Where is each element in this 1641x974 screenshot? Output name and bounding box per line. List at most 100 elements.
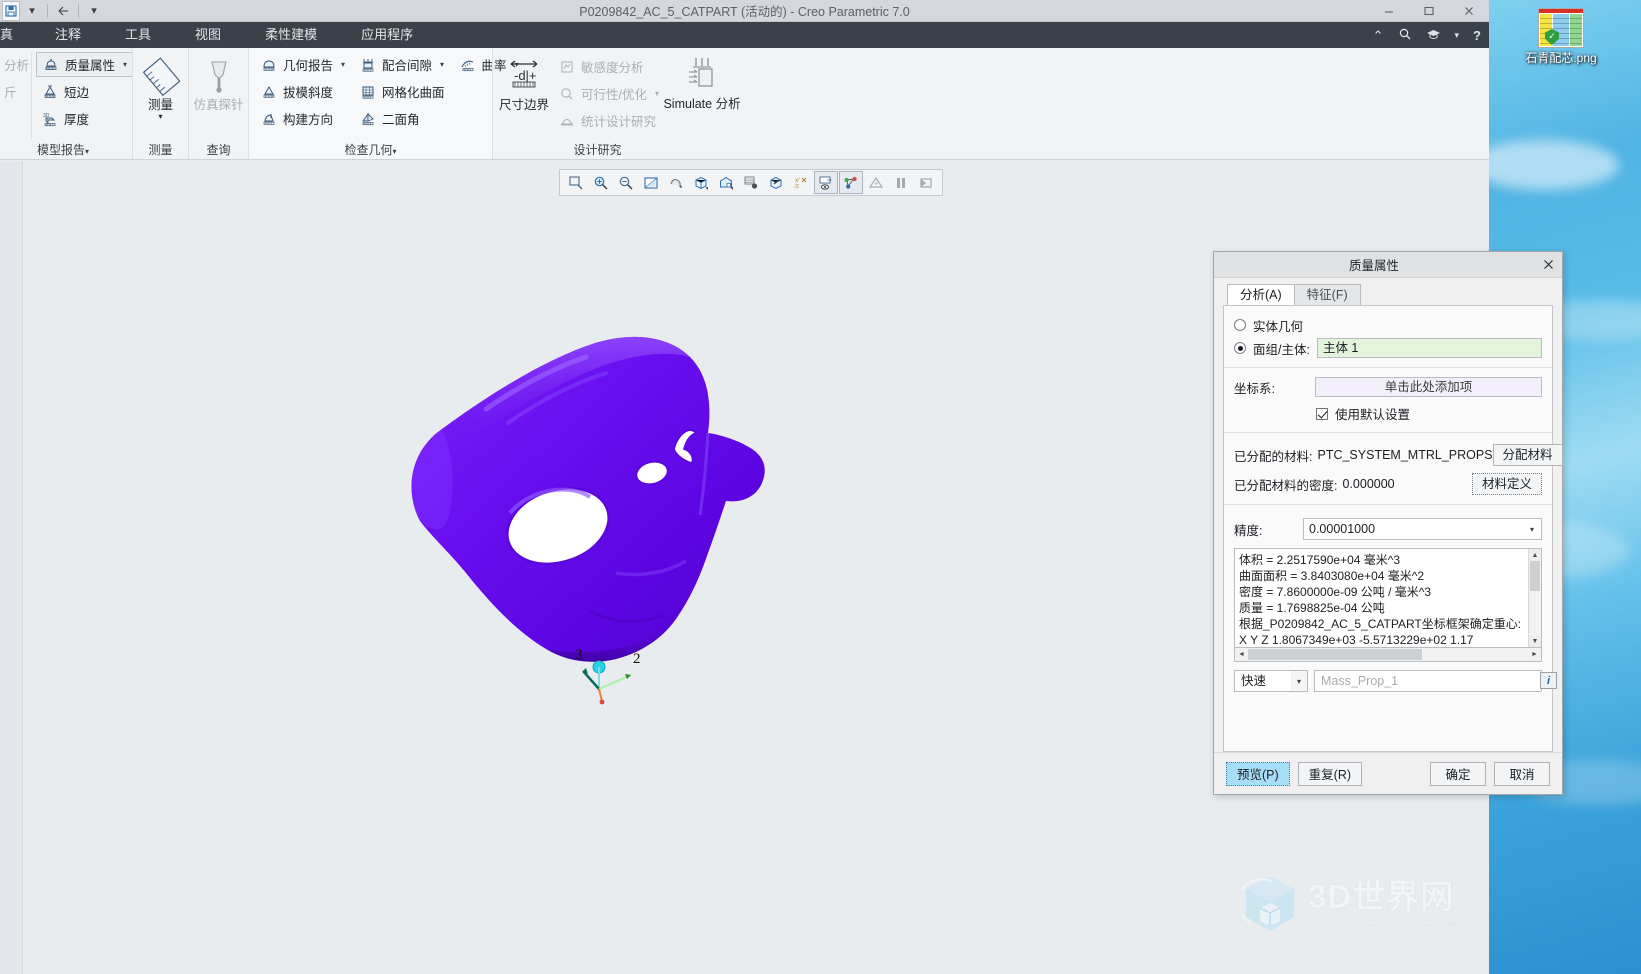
- chevron-down-icon[interactable]: ▾: [440, 60, 444, 69]
- maximize-button[interactable]: [1409, 0, 1449, 22]
- search-icon[interactable]: [1398, 27, 1412, 43]
- scroll-down-icon[interactable]: ▼: [1529, 635, 1541, 647]
- ribbon-item-feasibility-optimization[interactable]: 可行性/优化 ▾: [553, 81, 664, 106]
- chevron-down-icon[interactable]: ▾: [123, 60, 127, 69]
- scrollbar-thumb[interactable]: [1530, 561, 1540, 591]
- scroll-up-icon[interactable]: ▲: [1529, 549, 1541, 561]
- ribbon-group-label-inquiry: 查询: [206, 143, 231, 157]
- ribbon-item-build-direction[interactable]: 构建方向: [255, 106, 350, 131]
- tab-feature[interactable]: 特征(F): [1293, 284, 1361, 306]
- ribbon-item-measure[interactable]: 测量 ▾: [139, 52, 182, 140]
- csys-label: 坐标系:: [1234, 381, 1275, 396]
- datum-display-filters-icon[interactable]: x⁄ ⁄z: [789, 171, 813, 194]
- mass-properties-dialog[interactable]: 质量属性 分析(A) 特征(F) 实体几何 面组/主体: 主体 1 坐标系: 单…: [1213, 251, 1563, 795]
- tab-annotate[interactable]: 注释: [33, 22, 103, 48]
- svg-text:3: 3: [575, 647, 583, 663]
- radio-solid-geometry[interactable]: [1234, 319, 1246, 331]
- appearance-gallery-icon[interactable]: [764, 171, 788, 194]
- collapse-ribbon-caret-icon[interactable]: ⌃: [1373, 29, 1384, 42]
- close-button[interactable]: [1449, 0, 1489, 22]
- ribbon-item-thickness[interactable]: 3D 厚度: [36, 106, 133, 131]
- ribbon-item-analysis[interactable]: 分析: [2, 52, 31, 77]
- chevron-down-icon[interactable]: ▾: [1523, 519, 1541, 539]
- info-icon[interactable]: i: [1540, 672, 1557, 689]
- chevron-down-icon[interactable]: ▾: [85, 147, 89, 156]
- ribbon-group-label-inspect-geometry[interactable]: 检查几何▾: [255, 140, 486, 159]
- repeat-button[interactable]: 重复(R): [1297, 761, 1363, 786]
- ribbon-item-dihedral-angle[interactable]: 二面角: [354, 106, 450, 131]
- close-icon[interactable]: [1534, 253, 1562, 277]
- annotation-display-icon[interactable]: [814, 171, 838, 194]
- ribbon-item-simulation-probe[interactable]: 仿真探针: [194, 52, 244, 140]
- zoom-in-icon[interactable]: [589, 171, 613, 194]
- zoom-out-icon[interactable]: [614, 171, 638, 194]
- ribbon-group-measure: 测量 ▾ 测量: [132, 48, 188, 159]
- scroll-left-icon[interactable]: ◄: [1235, 651, 1248, 658]
- results-lines: 体积 = 2.2517590e+04 毫米^3 曲面面积 = 3.8403080…: [1235, 549, 1528, 647]
- ribbon-item-geometry-report[interactable]: 几何报告 ▾: [255, 52, 350, 77]
- solid-geometry-option[interactable]: 实体几何: [1234, 315, 1542, 335]
- repaint-icon[interactable]: [639, 171, 663, 194]
- stop-icon[interactable]: [914, 171, 938, 194]
- chevron-down-icon[interactable]: ▾: [393, 147, 397, 156]
- ribbon-item-sensitivity-analysis[interactable]: 敏感度分析: [553, 54, 664, 79]
- layer-icon[interactable]: [864, 171, 888, 194]
- results-horizontal-scrollbar[interactable]: ◄ ►: [1234, 648, 1542, 662]
- ribbon-item-dimension-bounds[interactable]: -d|+ 尺寸边界: [499, 52, 549, 140]
- quilt-body-option[interactable]: 面组/主体: 主体 1: [1234, 338, 1542, 358]
- zoom-to-fit-icon[interactable]: [564, 171, 588, 194]
- statistical-design-study-label: 统计设计研究: [581, 115, 657, 129]
- perspective-view-icon[interactable]: [714, 171, 738, 194]
- ribbon-item-mass-properties[interactable]: 质量属性 ▾: [36, 52, 134, 77]
- analysis-name-input[interactable]: Mass_Prop_1: [1314, 670, 1542, 692]
- view-manager-icon[interactable]: [739, 171, 763, 194]
- csys-collector-field[interactable]: 单击此处添加项: [1315, 377, 1542, 397]
- tab-simulate[interactable]: 真: [0, 22, 33, 48]
- scroll-right-icon[interactable]: ►: [1528, 651, 1541, 658]
- ribbon-item-measure-alt[interactable]: 斤: [2, 79, 31, 104]
- ribbon-item-short-edge[interactable]: 短边: [36, 79, 133, 104]
- use-default-row[interactable]: 使用默认设置: [1234, 404, 1542, 423]
- help-icon[interactable]: ?: [1473, 29, 1481, 42]
- tab-applications[interactable]: 应用程序: [339, 22, 435, 48]
- pause-icon[interactable]: [889, 171, 913, 194]
- material-definition-button[interactable]: 材料定义: [1471, 473, 1542, 495]
- quilt-body-value-field[interactable]: 主体 1: [1316, 338, 1542, 358]
- scrollbar-thumb[interactable]: [1248, 649, 1422, 660]
- assigned-material-row: 已分配的材料: PTC_SYSTEM_MTRL_PROPS 分配材料: [1234, 444, 1563, 466]
- chevron-down-icon[interactable]: ▾: [158, 112, 162, 121]
- learning-icon[interactable]: [1426, 28, 1441, 43]
- chevron-down-icon[interactable]: ▾: [655, 89, 659, 98]
- scrollbar-track[interactable]: [1529, 591, 1541, 635]
- cancel-button[interactable]: 取消: [1494, 761, 1550, 786]
- ribbon-item-fit-clearance[interactable]: 配合间隙 ▾: [354, 52, 450, 77]
- saved-orientations-icon[interactable]: [664, 171, 688, 194]
- tab-view[interactable]: 视图: [173, 22, 243, 48]
- minimize-button[interactable]: [1369, 0, 1409, 22]
- learning-dropdown-caret-icon[interactable]: ▾: [1455, 30, 1460, 40]
- display-style-icon[interactable]: [689, 171, 713, 194]
- preview-button[interactable]: 预览(P): [1226, 761, 1290, 786]
- ok-button[interactable]: 确定: [1430, 761, 1486, 786]
- chevron-down-icon[interactable]: ▾: [341, 60, 345, 69]
- checkbox-use-default[interactable]: [1316, 407, 1328, 420]
- ribbon-item-simulate-analysis[interactable]: Simulate 分析: [663, 52, 741, 140]
- tab-flexible-modeling[interactable]: 柔性建模: [243, 22, 339, 48]
- ribbon-group-label-model-report[interactable]: 模型报告▾: [0, 140, 126, 159]
- ribbon-item-statistical-design-study[interactable]: 统计设计研究: [553, 108, 664, 133]
- results-textbox[interactable]: 体积 = 2.2517590e+04 毫米^3 曲面面积 = 3.8403080…: [1234, 548, 1542, 648]
- chevron-down-icon[interactable]: ▾: [1291, 670, 1308, 692]
- results-vertical-scrollbar[interactable]: ▲ ▼: [1528, 549, 1541, 647]
- sensitivity-analysis-icon: [558, 58, 576, 76]
- accuracy-combobox[interactable]: 0.00001000 ▾: [1303, 518, 1542, 540]
- tab-tools[interactable]: 工具: [103, 22, 173, 48]
- spin-center-icon[interactable]: [839, 171, 863, 194]
- desktop-icon-png-file[interactable]: ✓ 石青配芯.png: [1501, 8, 1621, 66]
- tab-analysis[interactable]: 分析(A): [1227, 284, 1295, 306]
- scrollbar-track[interactable]: [1248, 649, 1528, 660]
- ribbon-item-mesh-surface[interactable]: 网格化曲面: [354, 79, 450, 104]
- ribbon-item-draft-angle[interactable]: 拔模斜度: [255, 79, 350, 104]
- radio-quilt-body[interactable]: [1234, 342, 1246, 354]
- analysis-mode-combobox[interactable]: 快速: [1234, 670, 1292, 692]
- assign-material-button[interactable]: 分配材料: [1492, 444, 1563, 466]
